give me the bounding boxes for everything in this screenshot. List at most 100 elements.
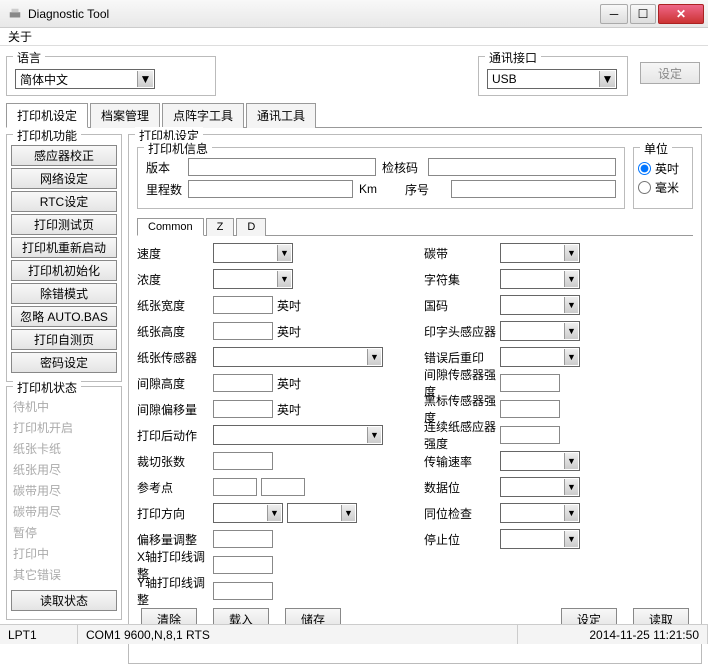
param-r-11-field[interactable]: ▼	[500, 529, 580, 549]
chevron-down-icon: ▼	[137, 71, 153, 87]
param-l-5-field[interactable]	[213, 374, 273, 392]
param-row: 偏移量调整	[137, 528, 406, 550]
chevron-down-icon: ▼	[564, 271, 578, 287]
set-button[interactable]: 设定	[640, 62, 700, 84]
printer-fn-group: 打印机功能 感应器校正网络设定RTC设定打印测试页打印机重新启动打印机初始化除错…	[6, 134, 122, 382]
comm-group: 通讯接口 USB ▼	[478, 56, 628, 96]
param-l-0-field[interactable]: ▼	[213, 243, 293, 263]
minimize-button[interactable]: ─	[600, 4, 628, 24]
fn-button-7[interactable]: 忽略 AUTO.BAS	[11, 306, 117, 327]
param-r-1-field[interactable]: ▼	[500, 269, 580, 289]
statusbar-port: LPT1	[0, 625, 78, 644]
titlebar: Diagnostic Tool ─ ☐ ✕	[0, 0, 708, 28]
param-row: 速度▼	[137, 242, 406, 264]
menu-about[interactable]: 关于	[8, 28, 32, 45]
param-r-9-field[interactable]: ▼	[500, 477, 580, 497]
param-l-11-field[interactable]	[213, 530, 273, 548]
sub-tabs: CommonZD	[137, 217, 693, 236]
language-group: 语言 简体中文 ▼	[6, 56, 216, 96]
param-r-0-field[interactable]: ▼	[500, 243, 580, 263]
fn-button-6[interactable]: 除错模式	[11, 283, 117, 304]
param-l-12-field[interactable]	[213, 556, 273, 574]
close-button[interactable]: ✕	[658, 4, 704, 24]
fn-button-1[interactable]: 网络设定	[11, 168, 117, 189]
serial-field[interactable]	[451, 180, 616, 198]
param-l-6-field[interactable]	[213, 400, 273, 418]
fn-button-9[interactable]: 密码设定	[11, 352, 117, 373]
menubar: 关于	[0, 28, 708, 46]
param-l-13-field[interactable]	[213, 582, 273, 600]
chevron-down-icon: ▼	[564, 349, 578, 365]
printer-info-group: 打印机信息 版本 检核码 里程数 Km 序号	[137, 147, 625, 209]
unit-mm-radio[interactable]	[638, 181, 651, 194]
statusbar-datetime: 2014-11-25 11:21:50	[518, 625, 708, 644]
statusbar-conn: COM1 9600,N,8,1 RTS	[78, 625, 518, 644]
main-tab-3[interactable]: 通讯工具	[246, 103, 316, 128]
param-row: 错误后重印▼	[424, 346, 693, 368]
app-icon	[8, 7, 22, 21]
param-l-4-field[interactable]: ▼	[213, 347, 383, 367]
language-select[interactable]: 简体中文 ▼	[15, 69, 155, 89]
param-row: 停止位▼	[424, 528, 693, 550]
param-l-10-field[interactable]: ▼	[287, 503, 357, 523]
param-r-10-field[interactable]: ▼	[500, 503, 580, 523]
param-r-8-field[interactable]: ▼	[500, 451, 580, 471]
status-item-6: 暂停	[11, 523, 117, 542]
version-field[interactable]	[188, 158, 376, 176]
comm-select[interactable]: USB ▼	[487, 69, 617, 89]
status-item-8: 其它错误	[11, 565, 117, 584]
main-tabs: 打印机设定档案管理点阵字工具通讯工具	[6, 102, 702, 128]
param-l-9-field[interactable]	[261, 478, 305, 496]
status-item-7: 打印中	[11, 544, 117, 563]
param-l-9-field[interactable]	[213, 478, 257, 496]
sub-tab-0[interactable]: Common	[137, 218, 204, 236]
param-row: Y轴打印线调整	[137, 580, 406, 602]
main-tab-1[interactable]: 档案管理	[90, 103, 160, 128]
unit-group: 单位 英吋 毫米	[633, 147, 693, 209]
param-r-5-field[interactable]	[500, 374, 560, 392]
unit-inch-radio[interactable]	[638, 162, 651, 175]
main-tab-0[interactable]: 打印机设定	[6, 103, 88, 128]
param-row: 浓度▼	[137, 268, 406, 290]
param-row: 纸张高度英吋	[137, 320, 406, 342]
printer-settings-group: 打印机设定 打印机信息 版本 检核码 里程数 Km	[128, 134, 702, 664]
fn-button-5[interactable]: 打印机初始化	[11, 260, 117, 281]
param-r-6-field[interactable]	[500, 400, 560, 418]
mileage-field[interactable]	[188, 180, 353, 198]
param-r-4-field[interactable]: ▼	[500, 347, 580, 367]
sub-tab-1[interactable]: Z	[206, 218, 235, 236]
param-row: 间隙高度英吋	[137, 372, 406, 394]
fn-button-2[interactable]: RTC设定	[11, 191, 117, 212]
chevron-down-icon: ▼	[599, 71, 615, 87]
param-row: 连续纸感应器强度	[424, 424, 693, 446]
read-status-button[interactable]: 读取状态	[11, 590, 117, 611]
chevron-down-icon: ▼	[341, 505, 355, 521]
checksum-field[interactable]	[428, 158, 616, 176]
fn-button-3[interactable]: 打印测试页	[11, 214, 117, 235]
param-row: 传输速率▼	[424, 450, 693, 472]
param-l-7-field[interactable]: ▼	[213, 425, 383, 445]
param-l-3-field[interactable]	[213, 322, 273, 340]
param-row: 黑标传感器强度	[424, 398, 693, 420]
status-item-1: 打印机开启	[11, 418, 117, 437]
param-l-8-field[interactable]	[213, 452, 273, 470]
fn-button-0[interactable]: 感应器校正	[11, 145, 117, 166]
param-r-2-field[interactable]: ▼	[500, 295, 580, 315]
param-row: 间隙传感器强度	[424, 372, 693, 394]
param-row: 间隙偏移量英吋	[137, 398, 406, 420]
param-row: 裁切张数	[137, 450, 406, 472]
fn-button-4[interactable]: 打印机重新启动	[11, 237, 117, 258]
param-r-3-field[interactable]: ▼	[500, 321, 580, 341]
fn-button-8[interactable]: 打印自测页	[11, 329, 117, 350]
param-l-2-field[interactable]	[213, 296, 273, 314]
param-l-1-field[interactable]: ▼	[213, 269, 293, 289]
printer-fn-title: 打印机功能	[13, 127, 81, 144]
param-l-10-field[interactable]: ▼	[213, 503, 283, 523]
language-label: 语言	[13, 49, 45, 66]
status-item-0: 待机中	[11, 397, 117, 416]
maximize-button[interactable]: ☐	[630, 4, 656, 24]
chevron-down-icon: ▼	[564, 245, 578, 261]
main-tab-2[interactable]: 点阵字工具	[162, 103, 244, 128]
param-r-7-field[interactable]	[500, 426, 560, 444]
sub-tab-2[interactable]: D	[236, 218, 266, 236]
